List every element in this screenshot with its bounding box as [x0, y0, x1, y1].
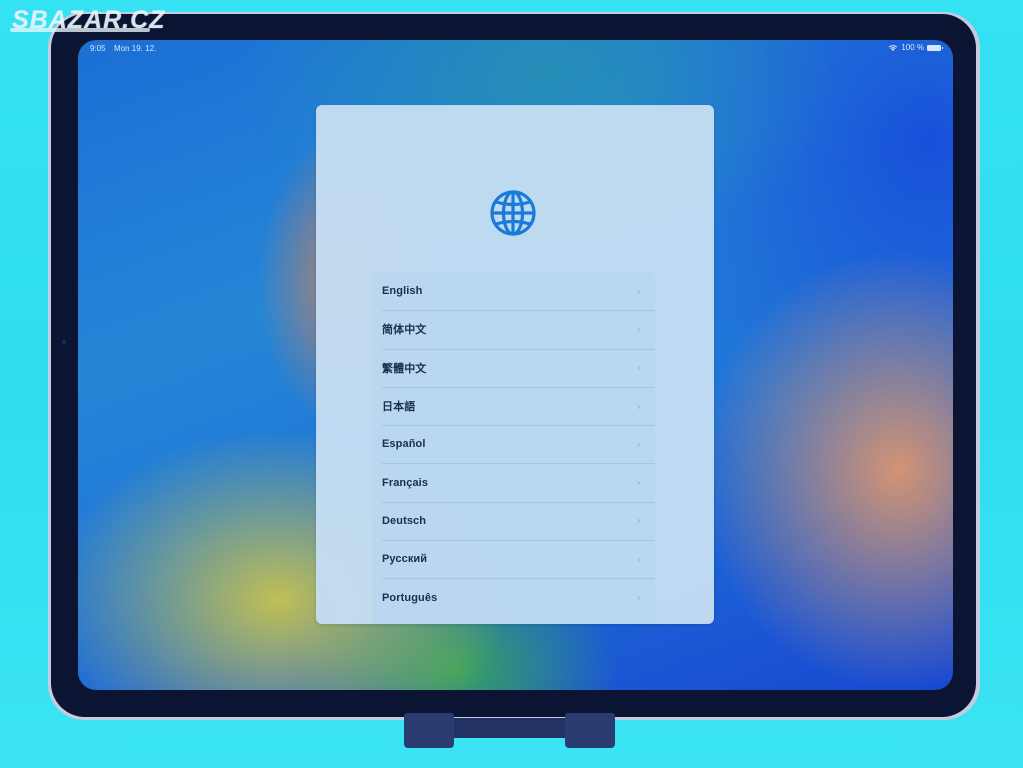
language-option[interactable]: 日本語 › — [372, 386, 655, 425]
language-setup-panel: English › 简体中文 › 繁體中文 › 日本語 › Español › Français › D… — [316, 105, 714, 624]
chevron-right-icon: › — [636, 322, 641, 336]
chevron-right-icon: › — [636, 437, 641, 451]
tablet-stand — [404, 713, 618, 749]
chevron-right-icon: › — [636, 476, 641, 490]
language-label: Русский — [382, 553, 428, 566]
watermark: SBAZAR.CZ — [10, 6, 165, 35]
battery-icon — [927, 44, 943, 51]
language-label: 日本語 — [382, 401, 416, 414]
chevron-right-icon: › — [636, 361, 641, 375]
language-option[interactable]: Español › — [372, 425, 655, 463]
language-option[interactable]: Deutsch › — [372, 501, 655, 540]
chevron-right-icon: › — [636, 514, 641, 528]
stand-bar — [452, 718, 568, 738]
language-label: Español — [382, 438, 426, 451]
language-label: 繁體中文 — [382, 362, 427, 375]
language-option[interactable]: 简体中文 › — [372, 310, 655, 348]
status-bar: 9:05 Mon 19. 12. 100 % — [78, 40, 953, 56]
language-option[interactable]: 繁體中文 › — [372, 348, 655, 387]
ipad-screen: 9:05 Mon 19. 12. 100 % English › 简体中文 › 繁體中文… — [78, 40, 953, 690]
language-label: Français — [382, 476, 429, 489]
chevron-right-icon: › — [636, 399, 641, 413]
stand-foot-left — [404, 713, 454, 748]
language-option[interactable]: Français › — [372, 463, 655, 501]
chevron-right-icon: › — [636, 552, 641, 566]
language-label: Deutsch — [382, 514, 427, 527]
language-option[interactable]: Português › — [372, 578, 655, 616]
language-label: Português — [382, 591, 438, 604]
language-option[interactable]: English › — [372, 272, 655, 310]
chevron-right-icon: › — [636, 284, 641, 298]
status-date: Mon 19. 12. — [114, 44, 157, 53]
front-camera — [62, 340, 66, 344]
language-option[interactable]: Русский › — [372, 540, 655, 578]
watermark-swoosh — [10, 28, 150, 32]
language-list: English › 简体中文 › 繁體中文 › 日本語 › Español › Français › D… — [372, 272, 655, 624]
language-label: English — [382, 285, 423, 298]
battery-percentage: 100 % — [901, 43, 924, 52]
status-time: 9:05 — [90, 44, 106, 53]
wifi-icon — [889, 44, 898, 51]
language-label: 简体中文 — [382, 324, 427, 337]
globe-icon — [490, 190, 536, 236]
chevron-right-icon: › — [636, 591, 641, 605]
stand-foot-right — [565, 713, 615, 748]
status-indicators: 100 % — [888, 43, 943, 52]
